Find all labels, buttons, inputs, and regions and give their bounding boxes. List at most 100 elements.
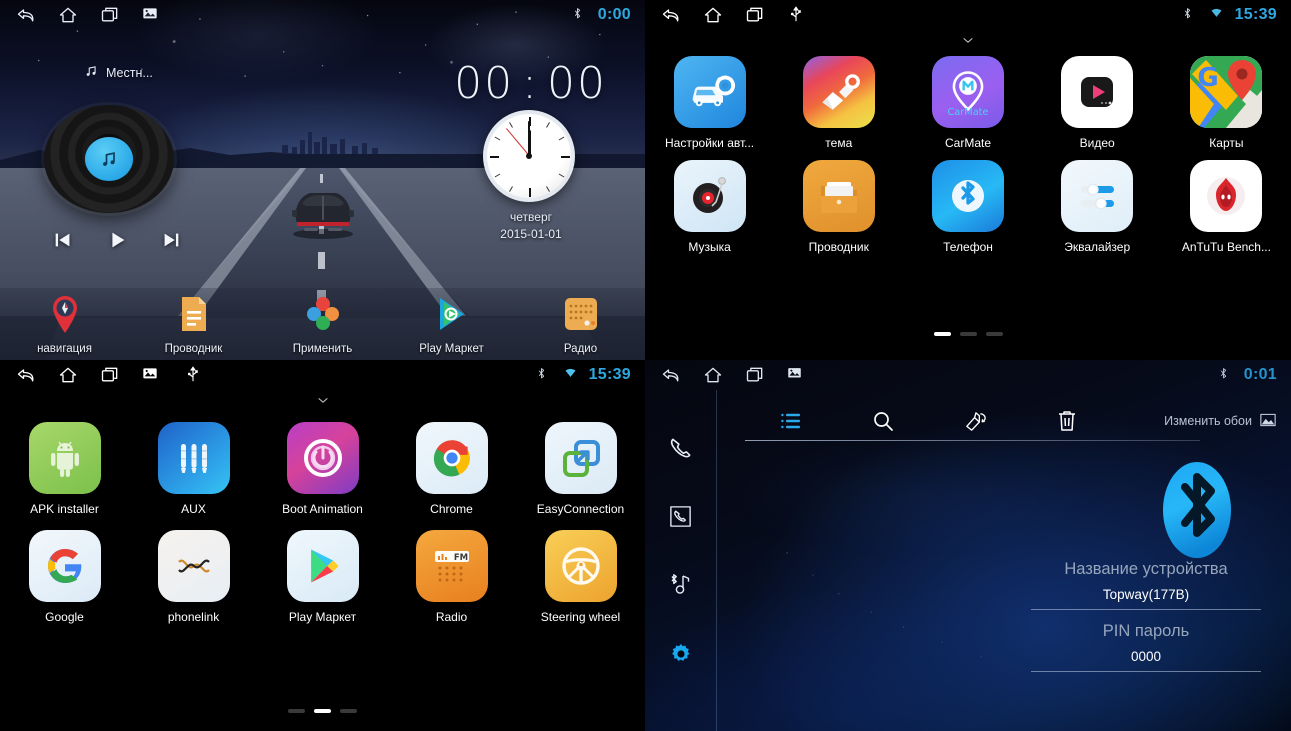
pulldown-handle[interactable] <box>0 394 645 413</box>
device-name-label: Название устройства <box>1064 560 1228 578</box>
clock-date-label: 2015-01-01 <box>500 227 562 241</box>
vinyl-record[interactable] <box>44 105 174 213</box>
app-play-store[interactable]: Play Маркет <box>258 530 387 624</box>
music-turntable-icon <box>673 160 746 232</box>
gallery-icon[interactable] <box>142 5 162 25</box>
device-name-field[interactable]: Название устройства Topway(177B) <box>1031 560 1261 610</box>
page-dot[interactable] <box>933 332 951 336</box>
back-icon[interactable] <box>661 5 681 25</box>
page-dot[interactable] <box>340 709 357 713</box>
app-theme[interactable]: тема <box>774 56 903 150</box>
home-big-clock: 00:00 <box>454 58 607 109</box>
usb-icon[interactable] <box>184 365 204 385</box>
antutu-icon <box>1190 160 1263 232</box>
recents-icon[interactable] <box>100 365 120 385</box>
dock-label-file-manager: Проводник <box>164 343 223 355</box>
play-icon[interactable] <box>106 229 128 256</box>
big-clock-hours: 00 <box>454 58 515 109</box>
sync-contacts-icon[interactable] <box>929 409 1021 434</box>
app-phonelink[interactable]: phonelink <box>129 530 258 624</box>
search-icon[interactable] <box>837 409 929 433</box>
app-label: Телефон <box>943 240 993 254</box>
statusbar-clock: 0:01 <box>1243 366 1277 383</box>
music-widget[interactable] <box>44 105 179 256</box>
now-playing-indicator[interactable]: Местн... <box>84 64 153 81</box>
pin-password-field[interactable]: PIN пароль 0000 <box>1031 622 1261 672</box>
usb-icon[interactable] <box>787 5 807 25</box>
gallery-icon[interactable] <box>787 365 807 385</box>
home-icon[interactable] <box>703 365 723 385</box>
page-dot[interactable] <box>288 709 305 713</box>
app-label: Музыка <box>688 240 731 254</box>
page-dot[interactable] <box>314 709 331 713</box>
app-label: Настройки авт... <box>665 136 755 150</box>
dock-item-apply[interactable]: Применить <box>268 294 378 355</box>
bluetooth-logo-icon <box>1155 455 1239 570</box>
page-dot[interactable] <box>985 332 1003 336</box>
dial-phone-icon[interactable] <box>668 435 694 466</box>
app-car-settings[interactable]: Настройки авт... <box>645 56 774 150</box>
app-easyconnection[interactable]: EasyConnection <box>516 422 645 516</box>
equalizer-icon <box>1061 160 1134 232</box>
home-icon[interactable] <box>58 365 78 385</box>
home-icon[interactable] <box>58 5 78 25</box>
back-icon[interactable] <box>16 365 36 385</box>
analog-clock-widget[interactable]: четверг 2015-01-01 <box>483 110 579 241</box>
recents-icon[interactable] <box>745 365 765 385</box>
app-label: Play Маркет <box>288 610 357 624</box>
app-carmate[interactable]: CarMate CarMate <box>903 56 1032 150</box>
google-maps-icon: G <box>1190 56 1263 128</box>
app-label: тема <box>825 136 853 150</box>
recents-icon[interactable] <box>100 5 120 25</box>
page-dot[interactable] <box>959 332 977 336</box>
music-hub-icon <box>85 137 133 181</box>
back-icon[interactable] <box>16 5 36 25</box>
app-video[interactable]: Видео <box>1033 56 1162 150</box>
bluetooth-icon <box>1217 365 1237 385</box>
power-icon <box>286 422 359 494</box>
play-store-icon <box>439 298 464 330</box>
app-steering-wheel[interactable]: Steering wheel <box>516 530 645 624</box>
app-antutu[interactable]: AnTuTu Bench... <box>1162 160 1291 254</box>
app-equalizer[interactable]: Эквалайзер <box>1033 160 1162 254</box>
app-file-manager[interactable]: Проводник <box>774 160 903 254</box>
app-maps[interactable]: G Карты <box>1162 56 1291 150</box>
dock-item-file-manager[interactable]: Проводник <box>139 294 249 355</box>
contacts-phone-icon[interactable] <box>668 504 693 534</box>
steering-wheel-icon <box>544 530 617 602</box>
app-aux[interactable]: AUX <box>129 422 258 516</box>
trash-icon[interactable] <box>1021 409 1113 433</box>
pin-password-value: 0000 <box>1130 649 1162 664</box>
apply-flower-icon <box>306 297 339 330</box>
change-wallpaper-button[interactable]: Изменить обои <box>1164 411 1277 432</box>
list-icon[interactable] <box>745 409 837 433</box>
clock-center-pin <box>526 153 532 159</box>
car-illustration <box>292 193 354 239</box>
app-label: Видео <box>1079 136 1115 150</box>
fm-radio-icon: FM <box>415 530 488 602</box>
app-apk-installer[interactable]: APK installer <box>0 422 129 516</box>
app-radio[interactable]: FM Radio <box>387 530 516 624</box>
app-music[interactable]: Музыка <box>645 160 774 254</box>
dock-item-navigation[interactable]: навигация <box>10 294 120 355</box>
file-manager-folder-icon <box>802 160 875 232</box>
field-underline <box>1031 609 1261 610</box>
pulldown-handle[interactable] <box>645 34 1291 53</box>
app-google[interactable]: Google <box>0 530 129 624</box>
dock-item-play-store[interactable]: Play Маркет <box>397 294 507 355</box>
app-boot-animation[interactable]: Boot Animation <box>258 422 387 516</box>
wifi-icon <box>1208 5 1228 25</box>
recents-icon[interactable] <box>745 5 765 25</box>
previous-track-icon[interactable] <box>52 229 74 256</box>
settings-gear-icon[interactable] <box>668 641 694 672</box>
home-icon[interactable] <box>703 5 723 25</box>
dock-label-navigation: навигация <box>37 343 92 355</box>
dock-item-radio[interactable]: Радио <box>526 294 636 355</box>
bluetooth-music-icon[interactable] <box>668 572 694 603</box>
back-icon[interactable] <box>661 365 681 385</box>
next-track-icon[interactable] <box>160 229 182 256</box>
chrome-icon <box>415 422 488 494</box>
app-chrome[interactable]: Chrome <box>387 422 516 516</box>
gallery-icon[interactable] <box>142 365 162 385</box>
app-phone-bluetooth[interactable]: Телефон <box>903 160 1032 254</box>
